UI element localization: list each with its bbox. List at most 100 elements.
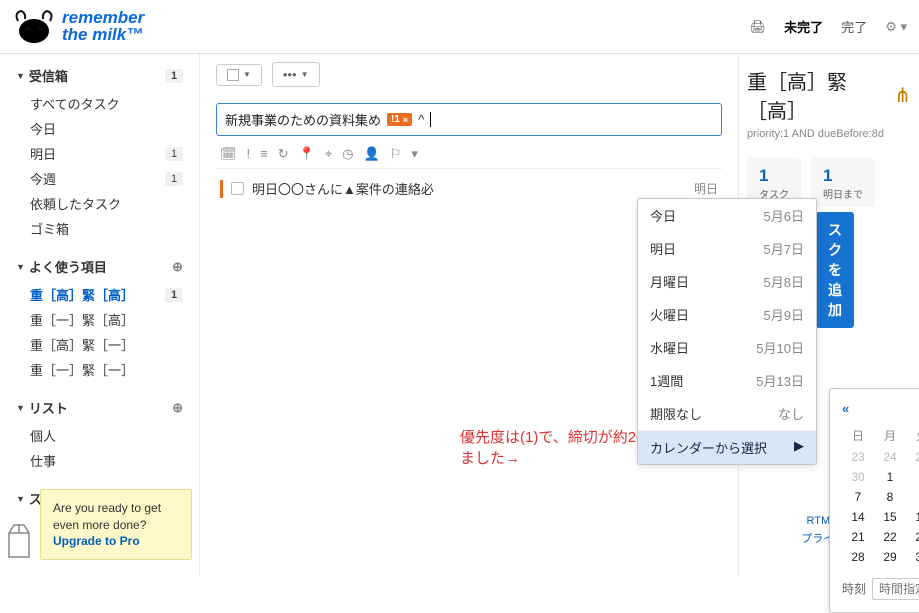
dots-icon: •••	[283, 67, 297, 82]
clock-icon[interactable]: ◷	[342, 146, 353, 162]
calendar-day[interactable]: 8	[874, 487, 906, 507]
date-option[interactable]: 水曜日5月10日	[638, 331, 816, 364]
calendar-day[interactable]: 9	[906, 487, 919, 507]
date-option-value: 5月8日	[764, 272, 804, 291]
calendar-day[interactable]: 14	[842, 507, 874, 527]
calendar-day[interactable]: 23	[906, 527, 919, 547]
sidebar-item[interactable]: 仕事	[0, 448, 199, 473]
stat-number: 1	[823, 166, 863, 186]
date-option[interactable]: 月曜日5月8日	[638, 265, 816, 298]
sidebar-item-label: 今週	[30, 169, 56, 188]
print-icon[interactable]: 🖨	[750, 19, 767, 35]
add-icon[interactable]: ⊕	[172, 400, 183, 416]
upgrade-link[interactable]: Upgrade to Pro	[53, 534, 140, 548]
priority-bar	[220, 180, 223, 198]
flag-icon[interactable]: ⚐	[390, 146, 402, 162]
select-all-button[interactable]: ▼	[216, 64, 262, 86]
new-task-input[interactable]: 新規事業のための資料集め !1× ^	[216, 103, 722, 136]
cal-dow: 日	[842, 424, 874, 447]
add-task-button[interactable]: スクを追加	[816, 212, 854, 328]
tab-incomplete[interactable]: 未完了	[784, 17, 823, 36]
rail-title-text: 重［高］緊［高］	[747, 66, 888, 124]
pin-icon[interactable]: 📍	[299, 146, 315, 162]
date-option[interactable]: 期限なしなし	[638, 397, 816, 430]
text-cursor	[430, 112, 431, 127]
calendar-day[interactable]: 15	[874, 507, 906, 527]
tag-icon[interactable]: ⌖	[325, 146, 332, 162]
stat-number: 1	[759, 166, 789, 186]
sidebar-item[interactable]: 明日1	[0, 141, 199, 166]
badge-remove-icon[interactable]: ×	[403, 115, 408, 125]
date-option-label: 期限なし	[650, 404, 702, 423]
sidebar-item[interactable]: 個人	[0, 423, 199, 448]
task-checkbox[interactable]	[231, 182, 244, 195]
person-icon[interactable]: 👤	[364, 146, 380, 162]
calendar-icon[interactable]: 🗓	[220, 146, 237, 162]
stat-label: 明日まで	[823, 186, 863, 201]
sidebar-item[interactable]: 今週1	[0, 166, 199, 191]
sidebar-section-header[interactable]: ▼受信箱1	[0, 60, 199, 91]
settings-gear-icon[interactable]: ⚙ ▾	[885, 19, 907, 35]
milk-carton-icon	[4, 521, 34, 566]
rss-icon[interactable]: ⋔	[894, 83, 911, 108]
calendar-day[interactable]: 2	[906, 467, 919, 487]
sidebar-item[interactable]: ゴミ箱	[0, 216, 199, 241]
sidebar-item-count: 1	[165, 288, 183, 302]
priority-badge[interactable]: !1×	[387, 113, 412, 126]
repeat-icon[interactable]: ↻	[278, 146, 289, 162]
calendar-day[interactable]: 23	[842, 447, 874, 467]
sidebar-item-label: すべてのタスク	[30, 94, 120, 113]
calendar-day[interactable]: 22	[874, 527, 906, 547]
sidebar-item[interactable]: 今日	[0, 116, 199, 141]
section-title: よく使う項目	[29, 257, 107, 276]
calendar-day[interactable]: 7	[842, 487, 874, 507]
sidebar-item[interactable]: 重［高］緊［高］ 1	[0, 282, 199, 307]
calendar-day[interactable]: 25	[906, 447, 919, 467]
sidebar-section-header[interactable]: ▼リスト⊕	[0, 392, 199, 423]
date-option[interactable]: 1週間5月13日	[638, 364, 816, 397]
time-input[interactable]	[872, 578, 919, 600]
calendar-select-option[interactable]: カレンダーから選択▶	[638, 431, 816, 464]
sidebar-item[interactable]: 重［一］緊［一］	[0, 357, 199, 382]
caret-input: ^	[418, 112, 424, 127]
cal-dow: 火	[906, 424, 919, 447]
list-icon[interactable]: ≡	[260, 146, 268, 162]
calendar-day[interactable]: 28	[842, 547, 874, 567]
sidebar-item[interactable]: すべてのタスク	[0, 91, 199, 116]
more-actions-button[interactable]: ••• ▼	[272, 62, 320, 87]
tab-complete[interactable]: 完了	[841, 17, 867, 36]
sidebar-item[interactable]: 重［一］緊［高］	[0, 307, 199, 332]
calendar-day[interactable]: 30	[906, 547, 919, 567]
calendar-day[interactable]: 1	[874, 467, 906, 487]
calendar-day[interactable]: 21	[842, 527, 874, 547]
calendar-day[interactable]: 30	[842, 467, 874, 487]
calendar-popup: « 2017年5月 » 日月火水木金土232425262728293012345…	[829, 388, 919, 613]
date-option-label: 水曜日	[650, 338, 689, 357]
calendar-day[interactable]: 29	[874, 547, 906, 567]
date-option[interactable]: 明日5月7日	[638, 232, 816, 265]
sidebar-item-label: 明日	[30, 144, 56, 163]
sidebar-item-label: 個人	[30, 426, 56, 445]
date-option[interactable]: 火曜日5月9日	[638, 298, 816, 331]
sidebar-item[interactable]: 重［高］緊［一］	[0, 332, 199, 357]
chevron-down-icon: ▼	[16, 403, 25, 413]
checkbox-icon	[227, 69, 239, 81]
sidebar-item[interactable]: 依頼したタスク	[0, 191, 199, 216]
sidebar-item-label: 重［高］緊［高］	[30, 285, 134, 304]
calendar-day[interactable]: 16	[906, 507, 919, 527]
date-option[interactable]: 今日5月6日	[638, 199, 816, 232]
brand-logo[interactable]: remember the milk™	[12, 7, 144, 47]
cal-dow: 月	[874, 424, 906, 447]
cal-prev-button[interactable]: «	[842, 401, 849, 416]
sidebar-section-header[interactable]: ▼よく使う項目⊕	[0, 251, 199, 282]
calendar-day[interactable]: 24	[874, 447, 906, 467]
chevron-down-icon[interactable]: ▾	[411, 146, 418, 162]
priority-icon[interactable]: !	[247, 146, 251, 162]
chevron-down-icon: ▼	[243, 70, 251, 79]
app-header: remember the milk™ 🖨 未完了 完了 ⚙ ▾	[0, 0, 919, 54]
date-dropdown: 今日5月6日明日5月7日月曜日5月8日火曜日5月9日水曜日5月10日1週間5月1…	[637, 198, 817, 465]
chevron-down-icon: ▼	[16, 494, 25, 504]
add-icon[interactable]: ⊕	[172, 259, 183, 275]
brand-text: remember the milk™	[62, 10, 144, 42]
main-panel: ▼ ••• ▼ 新規事業のための資料集め !1× ^ 🗓 ! ≡ ↻ 📍 ⌖ ◷…	[200, 54, 739, 576]
